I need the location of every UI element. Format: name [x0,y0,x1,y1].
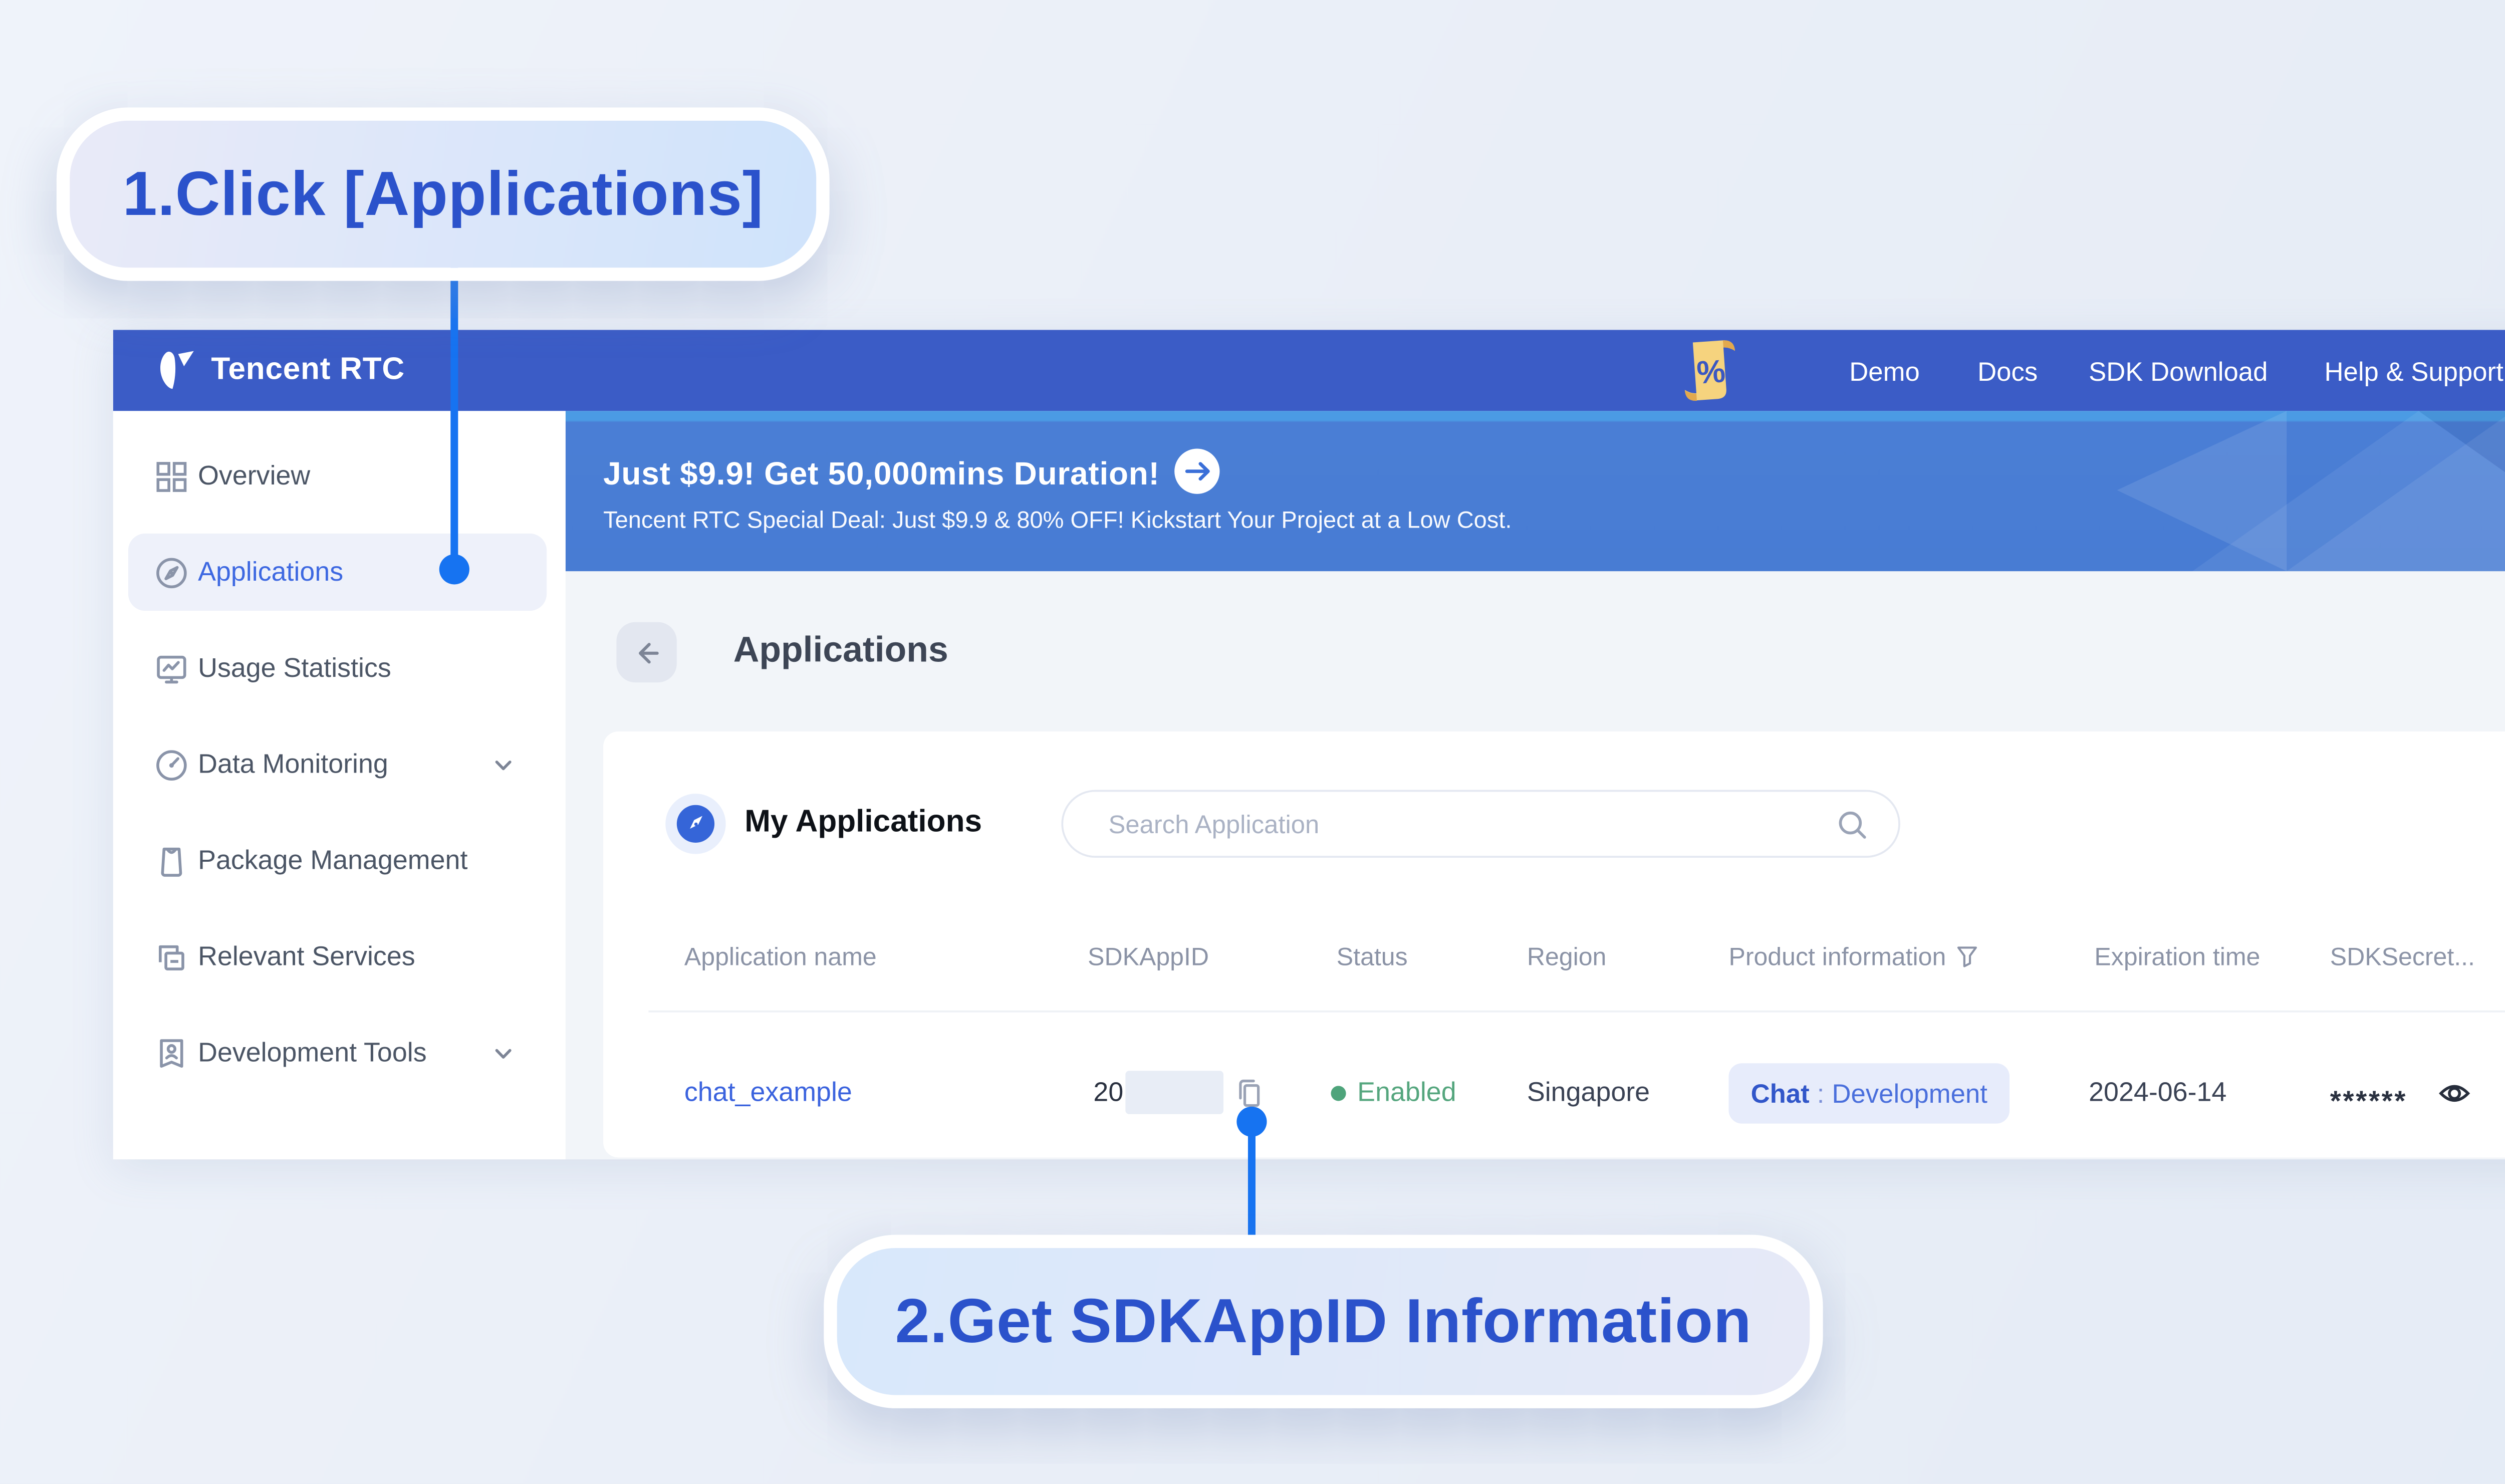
status-value: Enabled [1357,1078,1456,1109]
chevron-down-icon [495,1049,512,1059]
column-application-name: Application name [684,942,877,971]
sidebar-item-development-tools[interactable]: Development Tools [113,1016,566,1092]
product-information-badge: Chat : Development [1728,1063,2010,1124]
reveal-secret-button[interactable] [2437,1077,2471,1116]
brand-name: Tencent RTC [211,352,405,387]
eye-icon [2439,1085,2470,1102]
sdksecret-masked: ****** [2330,1086,2408,1118]
my-applications-card: My Applications Create application Appli… [603,731,2505,1158]
sidebar: Overview Applications Usage Statistics D… [113,411,566,1160]
arrow-right-icon [1184,462,1209,481]
tencent-rtc-logo-icon [160,350,194,388]
nav-docs[interactable]: Docs [1977,330,2038,411]
search-icon [1839,811,1866,839]
sidebar-item-package-management[interactable]: Package Management [113,824,566,899]
nav-demo[interactable]: Demo [1849,330,1920,411]
region-value: Singapore [1527,1078,1650,1109]
data-monitoring-gauge-icon [156,750,187,781]
sidebar-item-overview[interactable]: Overview [113,439,566,515]
copy-icon [1239,1079,1260,1107]
relevant-services-icon [159,945,184,970]
coupon-button[interactable]: % [1680,330,1744,411]
banner-subtitle: Tencent RTC Special Deal: Just $9.9 & 80… [603,507,1512,534]
my-applications-icon-halo [665,794,726,854]
usage-statistics-icon [157,655,186,684]
search-box [1061,790,1900,858]
overview-grid-icon [156,462,187,492]
svg-text:%: % [1695,353,1726,391]
callout-step2: 2.Get SDKAppID Information [824,1234,1823,1408]
callout2-connector-dot [1236,1106,1267,1137]
column-status: Status [1336,942,1408,971]
table-header-divider [648,1010,2505,1013]
nav-sdk-download[interactable]: SDK Download [2089,330,2268,411]
column-region: Region [1527,942,1607,971]
callout1-connector-line [450,245,458,570]
sidebar-item-applications[interactable]: Applications [113,536,566,611]
nav-help-support[interactable]: Help & Support [2324,330,2505,411]
tencent-rtc-console-window: Tencent RTC % Demo Docs SDK Download Hel… [113,330,2505,1160]
callout-step1: 1.Click [Applications] [56,107,830,281]
annotated-screenshot: Tencent RTC % Demo Docs SDK Download Hel… [0,0,2505,1484]
back-button[interactable] [616,622,677,683]
page-title: Applications [733,631,948,671]
column-product-information: Product information [1728,942,1980,971]
arrow-left-icon [638,642,658,663]
card-title: My Applications [744,805,982,839]
compass-icon [676,805,715,843]
applications-compass-icon [156,558,187,589]
package-management-bag-icon [161,847,182,877]
expiration-value: 2024-06-14 [2089,1078,2227,1109]
main-content: Applications My Applications Search Appl… [566,571,2505,1159]
application-name-link[interactable]: chat_example [684,1078,852,1108]
promo-banner: Just $9.9! Get 50,000mins Duration! Tenc… [565,411,2505,572]
filter-funnel-icon[interactable] [1955,944,1980,969]
chevron-down-icon [495,761,512,771]
coupon-icon: % [1684,340,1735,401]
banner-arrow-button[interactable] [1174,448,1220,494]
sdkappid-value: 20 [1093,1078,1124,1109]
column-sdksecret: SDKSecret... [2330,942,2475,971]
sidebar-item-usage-statistics[interactable]: Usage Statistics [113,632,566,707]
sidebar-item-data-monitoring[interactable]: Data Monitoring [113,727,566,803]
callout2-connector-line [1247,1121,1256,1239]
sidebar-item-relevant-services[interactable]: Relevant Services [113,920,566,996]
callout1-connector-dot [439,554,469,585]
column-expiration-time: Expiration time [2094,942,2261,971]
banner-title: Just $9.9! Get 50,000mins Duration! [603,456,1160,492]
tencent-rtc-logo[interactable]: Tencent RTC [156,330,405,411]
status-dot [1331,1086,1346,1101]
column-sdkappid: SDKAppID [1088,942,1209,971]
sdkappid-redacted [1125,1071,1224,1114]
top-navigation-bar: Tencent RTC % Demo Docs SDK Download Hel… [113,330,2505,411]
banner-decoration [2117,411,2505,572]
search-input[interactable] [1104,792,1829,858]
development-tools-badge-icon [160,1039,183,1068]
